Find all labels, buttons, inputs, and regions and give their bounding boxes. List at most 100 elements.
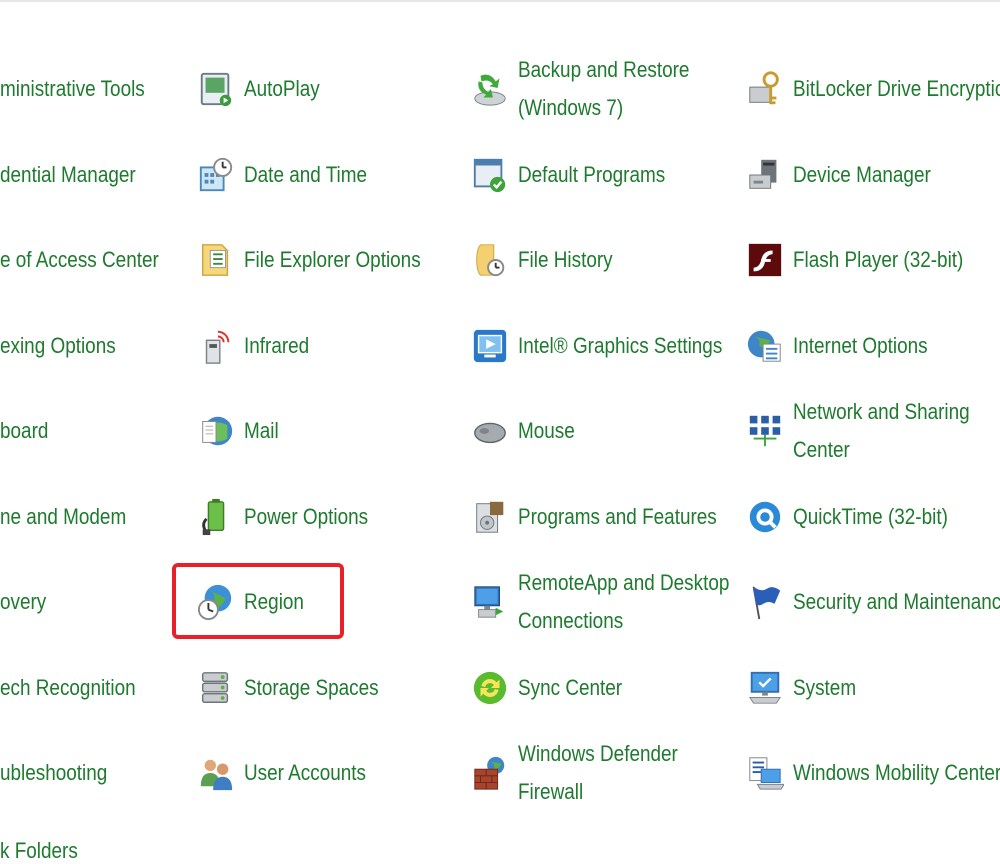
item-label-line2: Firewall (518, 779, 584, 804)
item-user-accounts[interactable]: User Accounts (196, 743, 386, 803)
item-label: Mouse (518, 418, 575, 443)
item-bitlocker-drive-encryption[interactable]: BitLocker Drive Encryption (745, 59, 1000, 119)
item-label: Power Options (244, 504, 369, 529)
programs-features-icon (470, 497, 510, 537)
bitlocker-keys-icon (745, 69, 785, 109)
folder-options-icon (196, 240, 236, 280)
item-infrared[interactable]: Infrared (196, 316, 320, 376)
item-label-line1: Network and Sharing (793, 399, 970, 424)
item-label: Mail (244, 418, 279, 443)
item-backup-and-restore[interactable]: Backup and Restore (Windows 7) (470, 51, 717, 127)
item-network-and-sharing-center[interactable]: Network and Sharing Center (745, 393, 998, 469)
flash-player-icon (745, 240, 785, 280)
item-region[interactable]: Region (196, 572, 314, 632)
item-label: exing Options (0, 333, 116, 358)
network-icon (745, 411, 785, 451)
item-label: File Explorer Options (244, 247, 421, 272)
item-label: Infrared (244, 333, 310, 358)
item-label: AutoPlay (244, 76, 320, 101)
item-device-manager[interactable]: Device Manager (745, 145, 953, 205)
item-label: Windows Mobility Center (793, 760, 1000, 785)
item-label-line2: (Windows 7) (518, 95, 624, 120)
item-storage-spaces[interactable]: Storage Spaces (196, 658, 401, 718)
item-windows-defender-firewall[interactable]: Windows Defender Firewall (470, 735, 704, 811)
item-label: System (793, 675, 857, 700)
default-programs-icon (470, 155, 510, 195)
item-troubleshooting[interactable]: ubleshooting (0, 743, 125, 803)
globe-clock-icon (196, 582, 236, 622)
item-power-options[interactable]: Power Options (196, 487, 388, 547)
intel-graphics-icon (470, 326, 510, 366)
item-intel-graphics-settings[interactable]: Intel® Graphics Settings (470, 316, 756, 376)
flag-icon (745, 582, 785, 622)
item-label: Programs and Features (518, 504, 717, 529)
sync-icon (470, 668, 510, 708)
item-administrative-tools[interactable]: ministrative Tools (0, 59, 168, 119)
item-label: User Accounts (244, 760, 366, 785)
item-remoteapp-and-desktop-connections[interactable]: RemoteApp and Desktop Connections (470, 564, 764, 640)
item-label-line1: Backup and Restore (518, 57, 690, 82)
item-label: Internet Options (793, 333, 928, 358)
item-label-group: RemoteApp and Desktop Connections (518, 564, 764, 640)
infrared-icon (196, 326, 236, 366)
item-label: ministrative Tools (0, 76, 145, 101)
item-label-line1: Windows Defender (518, 741, 678, 766)
item-label: Intel® Graphics Settings (518, 333, 723, 358)
item-phone-and-modem[interactable]: ne and Modem (0, 487, 147, 547)
item-mouse[interactable]: Mouse (470, 401, 584, 461)
item-recovery[interactable]: overy (0, 572, 54, 632)
item-security-and-maintenance[interactable]: Security and Maintenance (745, 572, 1000, 632)
item-label-line2: Center (793, 437, 850, 462)
mouse-icon (470, 411, 510, 451)
item-speech-recognition[interactable]: ech Recognition (0, 658, 158, 718)
item-system[interactable]: System (745, 658, 866, 718)
cut-off-item-label[interactable]: k Folders (0, 838, 78, 864)
item-label: Flash Player (32-bit) (793, 247, 964, 272)
item-label: Default Programs (518, 162, 666, 187)
item-indexing-options[interactable]: exing Options (0, 316, 135, 376)
internet-options-icon (745, 326, 785, 366)
control-panel-items-grid: ministrative Tools dential Manager e of … (0, 0, 1000, 850)
item-default-programs[interactable]: Default Programs (470, 145, 689, 205)
remote-desktop-icon (470, 582, 510, 622)
item-label: dential Manager (0, 162, 136, 187)
item-label-group: Backup and Restore (Windows 7) (518, 51, 717, 127)
item-sync-center[interactable]: Sync Center (470, 658, 639, 718)
item-label: Date and Time (244, 162, 368, 187)
file-history-icon (470, 240, 510, 280)
item-keyboard[interactable]: board (0, 401, 56, 461)
item-file-history[interactable]: File History (470, 230, 628, 290)
item-label: ech Recognition (0, 675, 136, 700)
item-ease-of-access-center[interactable]: e of Access Center (0, 230, 185, 290)
system-monitor-icon (745, 668, 785, 708)
mail-icon (196, 411, 236, 451)
item-programs-and-features[interactable]: Programs and Features (470, 487, 749, 547)
item-quicktime[interactable]: QuickTime (32-bit) (745, 487, 973, 547)
item-internet-options[interactable]: Internet Options (745, 316, 950, 376)
item-windows-mobility-center[interactable]: Windows Mobility Center (745, 743, 1000, 803)
autoplay-icon (196, 69, 236, 109)
quicktime-icon (745, 497, 785, 537)
item-label: Device Manager (793, 162, 931, 187)
item-credential-manager[interactable]: dential Manager (0, 145, 158, 205)
item-label: e of Access Center (0, 247, 159, 272)
item-file-explorer-options[interactable]: File Explorer Options (196, 230, 449, 290)
item-label-line1: RemoteApp and Desktop (518, 570, 730, 595)
item-label: overy (0, 589, 47, 614)
item-label: Sync Center (518, 675, 623, 700)
item-label: File History (518, 247, 613, 272)
item-autoplay[interactable]: AutoPlay (196, 59, 332, 119)
item-label: Storage Spaces (244, 675, 379, 700)
item-label: Region (244, 589, 304, 614)
item-label: board (0, 418, 49, 443)
item-mail[interactable]: Mail (196, 401, 284, 461)
backup-restore-icon (470, 69, 510, 109)
item-label: ubleshooting (0, 760, 108, 785)
storage-stack-icon (196, 668, 236, 708)
item-date-and-time[interactable]: Date and Time (196, 145, 387, 205)
item-flash-player[interactable]: Flash Player (32-bit) (745, 230, 991, 290)
calendar-clock-icon (196, 155, 236, 195)
item-label: BitLocker Drive Encryption (793, 76, 1000, 101)
battery-plug-icon (196, 497, 236, 537)
item-label-line2: Connections (518, 608, 624, 633)
